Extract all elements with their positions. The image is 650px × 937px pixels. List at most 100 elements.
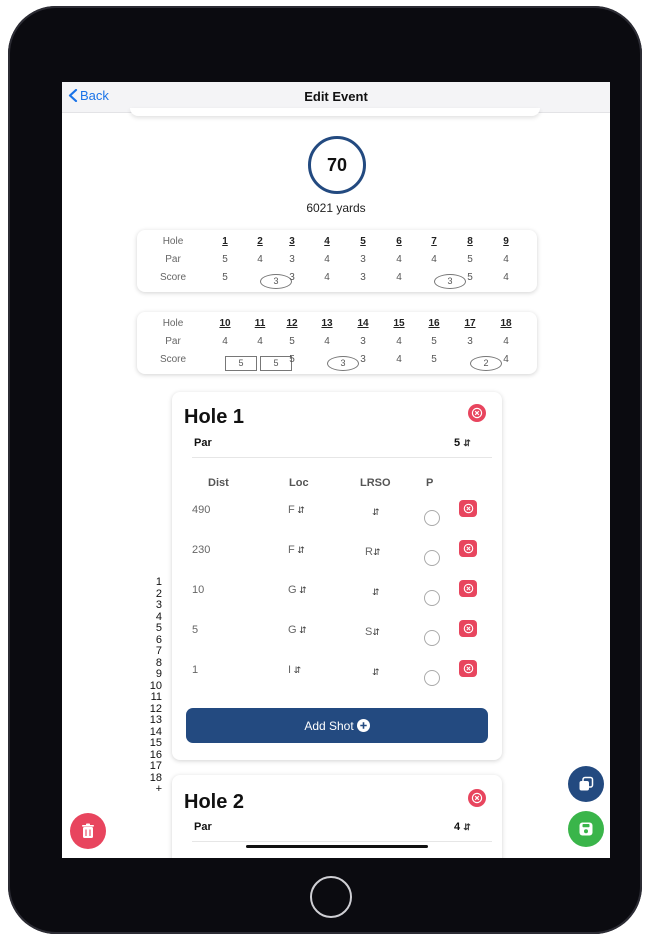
par-row: Par 5 4 3 4 3 4 4 5 4 [137, 252, 537, 270]
par-value: 4 [454, 821, 461, 833]
score-row: Score 5 3 3 4 3 4 3 5 4 [137, 270, 537, 289]
score-cell: 5 [289, 354, 295, 365]
chevron-up-down-icon: ⇵ [294, 505, 305, 515]
penalty-radio[interactable] [424, 670, 440, 686]
close-circle-icon [463, 503, 473, 514]
delete-shot-button[interactable] [459, 540, 477, 557]
home-button[interactable] [310, 876, 352, 918]
shot-lrso-select[interactable]: ⇵ [372, 666, 380, 678]
penalty-radio[interactable] [424, 590, 440, 606]
chevron-up-down-icon: ⇵ [372, 587, 380, 597]
penalty-radio[interactable] [424, 630, 440, 646]
shot-location-select[interactable]: F ⇵ [288, 504, 305, 516]
delete-shot-button[interactable] [459, 580, 477, 597]
shot-distance[interactable]: 490 [192, 504, 210, 516]
hole-index-item[interactable]: 13 [148, 714, 162, 727]
hole-index-item[interactable]: 3 [148, 599, 162, 612]
hole-link[interactable]: 17 [455, 318, 485, 329]
close-circle-icon [463, 583, 473, 594]
hole-link[interactable]: 5 [348, 236, 378, 247]
add-hole-index[interactable]: + [148, 783, 162, 796]
hole-link[interactable]: 15 [384, 318, 414, 329]
par-cell: 4 [324, 336, 330, 347]
hole-link[interactable]: 11 [245, 318, 275, 329]
par-cell: 5 [467, 254, 473, 265]
par-row: Par 4 4 5 4 3 4 5 3 4 [137, 334, 537, 352]
score-cell: 3 [289, 272, 295, 283]
shot-location-select[interactable]: G ⇵ [288, 624, 307, 636]
chevron-up-down-icon: ⇵ [291, 665, 302, 675]
shot-lrso-select[interactable]: ⇵ [372, 506, 380, 518]
hole-link[interactable]: 10 [210, 318, 240, 329]
score-row-label: Score [159, 354, 187, 365]
hole-row-label: Hole [162, 236, 184, 247]
hole-link[interactable]: 12 [277, 318, 307, 329]
hole-index-item[interactable]: 9 [148, 668, 162, 681]
hole-link[interactable]: 3 [277, 236, 307, 247]
shot-distance[interactable]: 5 [192, 624, 198, 636]
hole-link[interactable]: 4 [312, 236, 342, 247]
penalty-radio[interactable] [424, 510, 440, 526]
hole-link[interactable]: 14 [348, 318, 378, 329]
chevron-up-down-icon: ⇵ [372, 627, 380, 637]
delete-event-button[interactable] [70, 813, 106, 849]
shot-distance[interactable]: 10 [192, 584, 204, 596]
shot-location-select[interactable]: G ⇵ [288, 584, 307, 596]
total-score: 70 [308, 136, 366, 194]
save-button[interactable] [568, 811, 604, 847]
par-cell: 3 [289, 254, 295, 265]
par-cell: 4 [431, 254, 437, 265]
add-shot-button[interactable]: Add Shot [186, 708, 488, 743]
shot-location-value: G [288, 584, 297, 596]
hole-index-item[interactable]: 1 [148, 576, 162, 589]
hole-link[interactable]: 7 [419, 236, 449, 247]
hole-link[interactable]: 16 [419, 318, 449, 329]
front-nine-scorecard: Hole 1 2 3 4 5 6 7 8 9 Par 5 4 3 4 3 4 4 5 4 Score 5 3 3 4 3 4 3 5 4 [137, 230, 537, 292]
shot-distance[interactable]: 1 [192, 664, 198, 676]
par-cell: 5 [222, 254, 228, 265]
hole-link[interactable]: 1 [210, 236, 240, 247]
hole-link[interactable]: 2 [245, 236, 275, 247]
shot-lrso-select[interactable]: S⇵ [365, 626, 380, 638]
par-row-label: Par [165, 336, 181, 347]
hole-link[interactable]: 13 [312, 318, 342, 329]
par-cell: 3 [360, 336, 366, 347]
shot-lrso-select[interactable]: R⇵ [365, 546, 381, 558]
par-select[interactable]: 4 ⇵ [454, 821, 471, 833]
close-circle-icon [463, 663, 473, 674]
shot-lrso-select[interactable]: ⇵ [372, 586, 380, 598]
close-circle-icon [471, 407, 483, 419]
hole-title: Hole 2 [184, 791, 245, 813]
hole-index-item[interactable]: 11 [148, 691, 162, 704]
delete-shot-button[interactable] [459, 660, 477, 677]
score-cell: 3 [360, 272, 366, 283]
delete-hole-button[interactable] [468, 789, 486, 807]
chevron-up-down-icon: ⇵ [372, 667, 380, 677]
hole-link[interactable]: 8 [455, 236, 485, 247]
penalty-radio[interactable] [424, 550, 440, 566]
col-p: P [426, 477, 434, 489]
screen: Back Edit Event 70 6021 yards Hole 1 2 3 4 5 6… [62, 82, 610, 858]
par-select[interactable]: 5 ⇵ [454, 437, 471, 449]
par-cell: 4 [257, 336, 263, 347]
hole-link[interactable]: 6 [384, 236, 414, 247]
hole-index-item[interactable]: 17 [148, 760, 162, 773]
hole-link[interactable]: 18 [491, 318, 521, 329]
delete-shot-button[interactable] [459, 500, 477, 517]
hole-link[interactable]: 9 [491, 236, 521, 247]
par-value: 5 [454, 437, 461, 449]
hole-index-item[interactable]: 7 [148, 645, 162, 658]
save-icon [579, 822, 593, 836]
shot-location-select[interactable]: I ⇵ [288, 664, 301, 676]
chevron-up-down-icon: ⇵ [294, 545, 305, 555]
shot-distance[interactable]: 230 [192, 544, 210, 556]
hole-index-item[interactable]: 5 [148, 622, 162, 635]
par-cell: 5 [289, 336, 295, 347]
delete-shot-button[interactable] [459, 620, 477, 637]
shot-location-select[interactable]: F ⇵ [288, 544, 305, 556]
delete-hole-button[interactable] [468, 404, 486, 422]
hole-title: Hole 1 [184, 406, 245, 428]
score-cell: 4 [324, 272, 330, 283]
copy-button[interactable] [568, 766, 604, 802]
hole-index-item[interactable]: 15 [148, 737, 162, 750]
